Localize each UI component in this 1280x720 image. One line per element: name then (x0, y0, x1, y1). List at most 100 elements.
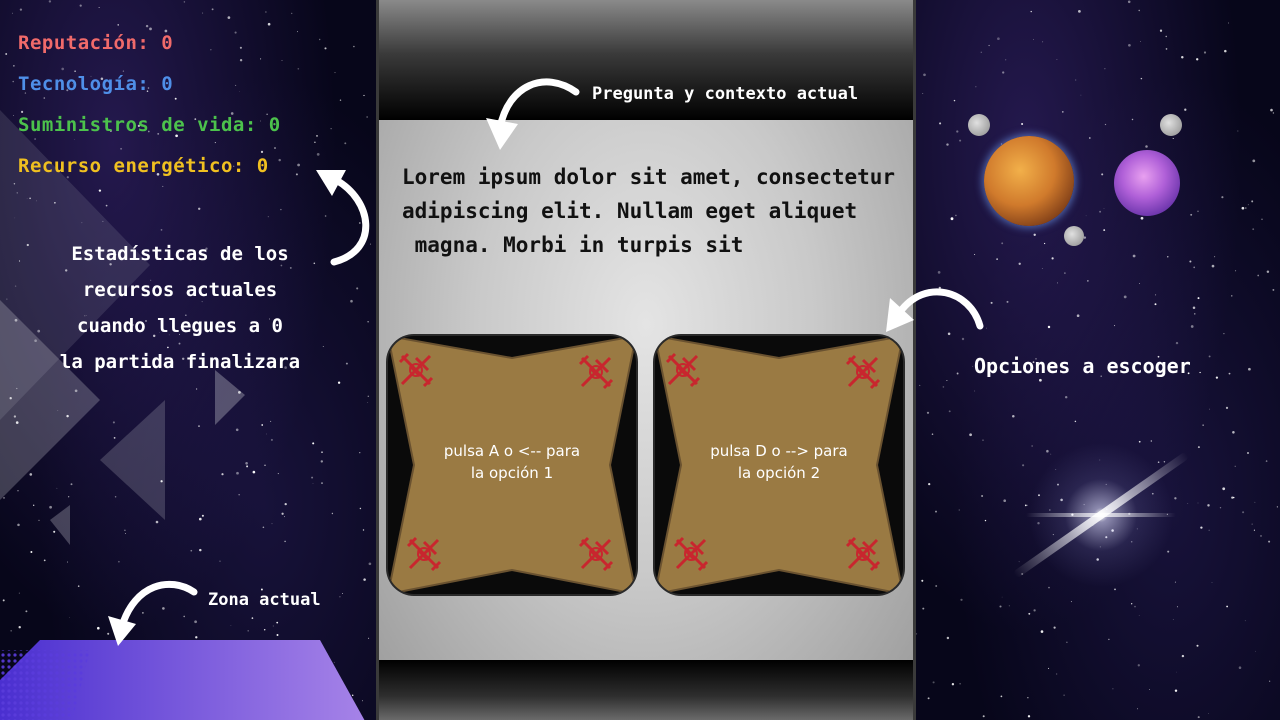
star (1254, 650, 1256, 652)
star (953, 99, 956, 102)
star (1254, 501, 1256, 503)
star (1181, 55, 1184, 59)
star (916, 633, 918, 635)
star (1103, 229, 1106, 232)
star (1272, 288, 1275, 291)
star (931, 433, 934, 435)
star (1033, 609, 1036, 612)
star (1194, 313, 1196, 315)
star (1251, 200, 1254, 203)
star (1165, 35, 1167, 38)
star (1137, 708, 1139, 710)
star (1021, 122, 1024, 126)
star (1272, 112, 1275, 114)
stat-supplies: Suministros de vida: 0 (18, 114, 281, 136)
stat-reputation: Reputación: 0 (18, 32, 174, 54)
star (1197, 716, 1200, 719)
star (1244, 620, 1246, 622)
star (1159, 29, 1163, 32)
star (1000, 695, 1003, 698)
star (1155, 294, 1157, 296)
star (1265, 460, 1268, 462)
star (984, 519, 987, 522)
star (926, 411, 930, 414)
question-note: Pregunta y contexto actual (592, 84, 859, 104)
star (946, 143, 949, 146)
star (1075, 79, 1077, 81)
star (1104, 123, 1107, 126)
current-zone-indicator (0, 640, 365, 720)
star (1087, 280, 1089, 282)
option-card-1-label: pulsa A o <-- para la opción 1 (388, 440, 636, 484)
star (1140, 216, 1144, 220)
option-card-1[interactable]: pulsa A o <-- para la opción 1 (388, 336, 636, 594)
star (1235, 270, 1237, 272)
star (990, 301, 993, 304)
star (1224, 49, 1227, 53)
stats-note-line-1: Estadísticas de los (71, 243, 289, 265)
star (1114, 325, 1116, 327)
star (1002, 71, 1005, 74)
star (1003, 499, 1007, 503)
small-moon-1 (968, 114, 990, 136)
star (919, 384, 921, 386)
option-2-line-1: pulsa D o --> para (710, 442, 848, 460)
star-flare-streak-2 (1026, 513, 1176, 517)
star (1200, 526, 1203, 529)
star (1061, 111, 1064, 113)
star (956, 130, 959, 133)
star (1172, 619, 1174, 620)
star (922, 93, 924, 94)
star (1193, 266, 1196, 269)
star (1056, 673, 1058, 675)
stats-note-line-4: la partida finalizara (59, 351, 301, 373)
star (1078, 10, 1081, 13)
star (938, 286, 941, 290)
star (981, 494, 984, 498)
star (1001, 596, 1003, 598)
star (1064, 272, 1066, 274)
star (1223, 332, 1225, 335)
star (1242, 511, 1245, 514)
star (1257, 274, 1260, 277)
stats-note-line-3: cuando llegues a 0 (77, 315, 283, 337)
bottom-bar (379, 660, 913, 720)
star (928, 482, 931, 486)
star (1039, 378, 1042, 382)
star (1184, 108, 1187, 111)
star (1103, 208, 1105, 209)
star (1228, 22, 1229, 24)
star (1196, 644, 1199, 647)
star (1225, 406, 1229, 410)
star (937, 271, 941, 274)
star (1252, 159, 1256, 163)
star (1066, 641, 1068, 643)
star (1221, 196, 1224, 199)
star (1175, 341, 1179, 345)
star (1137, 664, 1140, 667)
star (927, 697, 930, 700)
stats-note: Estadísticas de los recursos actuales cu… (40, 236, 320, 380)
star (974, 253, 976, 256)
star (1190, 325, 1194, 328)
star (1192, 306, 1196, 310)
star (1232, 431, 1235, 434)
star (1138, 615, 1140, 616)
star (1197, 210, 1199, 213)
star (1234, 465, 1236, 467)
star (1134, 605, 1136, 608)
star (985, 327, 987, 329)
star (1228, 372, 1231, 375)
option-2-line-2: la opción 2 (737, 464, 821, 482)
star (982, 439, 984, 441)
star (1076, 314, 1080, 318)
star (1112, 688, 1114, 690)
option-card-2[interactable]: pulsa D o --> para la opción 2 (655, 336, 903, 594)
star (997, 37, 1000, 41)
question-line-1: Lorem ipsum dolor sit amet, consectetur (402, 165, 896, 189)
star (1131, 603, 1133, 605)
star (1033, 39, 1034, 40)
star (932, 681, 935, 684)
star (1012, 415, 1015, 418)
star (1197, 502, 1199, 504)
